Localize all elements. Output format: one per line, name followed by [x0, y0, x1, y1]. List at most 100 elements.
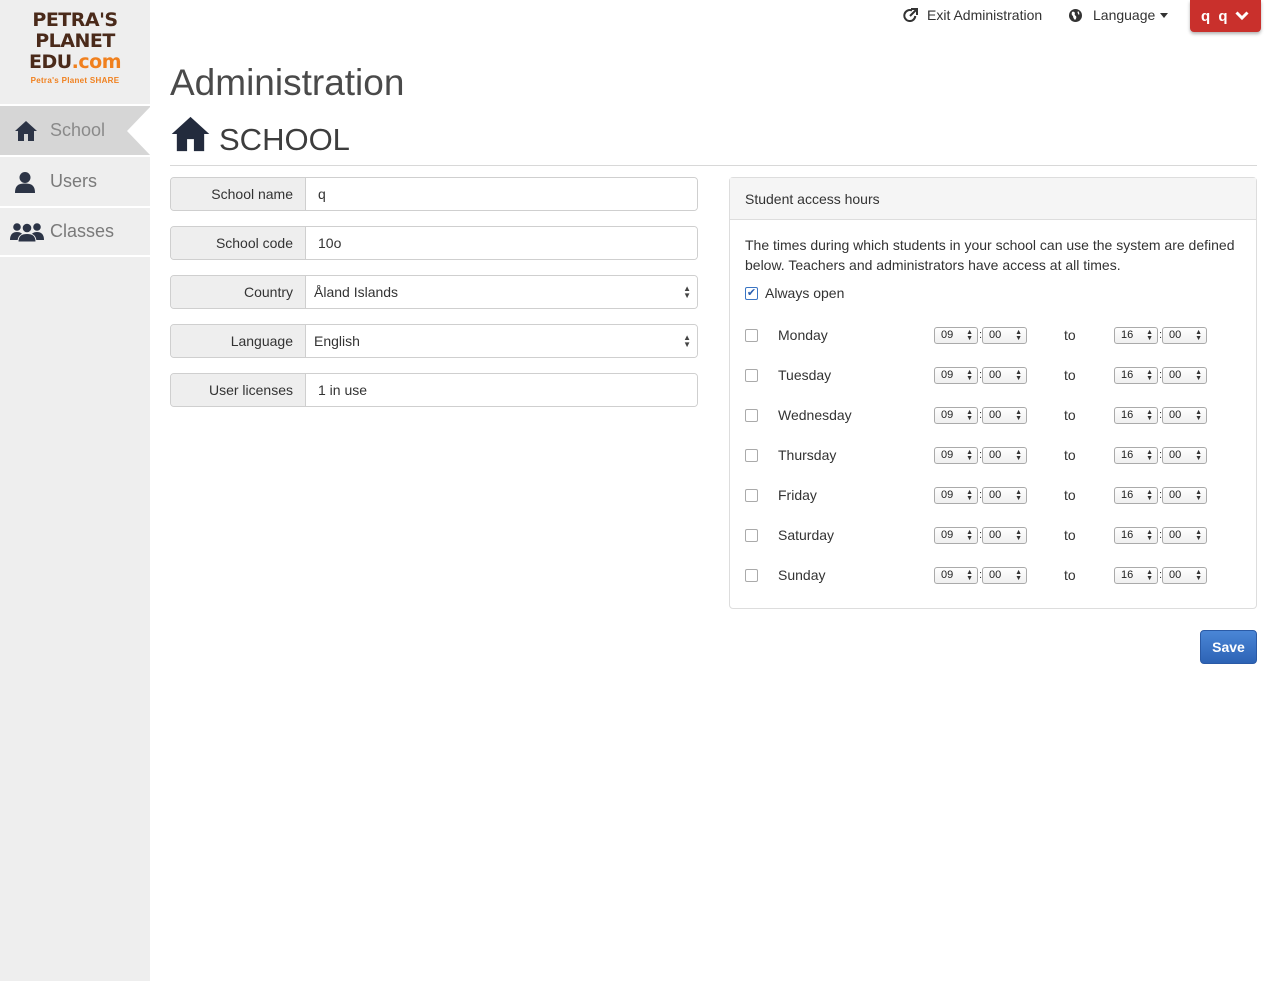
to-hour-select[interactable]: 16 ▲ ▼	[1114, 446, 1158, 464]
exit-administration-link[interactable]: Exit Administration	[903, 7, 1042, 23]
from-minute-value: 00	[989, 529, 1002, 541]
group-icon	[10, 222, 50, 242]
select-arrows-icon: ▲ ▼	[683, 284, 691, 300]
select-arrows-icon: ▲ ▼	[966, 368, 973, 382]
school-name-field[interactable]: q	[306, 178, 697, 210]
select-arrows-icon: ▲ ▼	[1015, 488, 1022, 502]
from-minute-select[interactable]: 00 ▲ ▼	[982, 486, 1027, 504]
from-minute-select[interactable]: 00 ▲ ▼	[982, 326, 1027, 344]
to-minute-select[interactable]: 00 ▲ ▼	[1162, 526, 1207, 544]
from-hour-value: 09	[941, 409, 954, 421]
from-minute-value: 00	[989, 489, 1002, 501]
school-code-label: School code	[171, 227, 306, 259]
select-arrows-icon: ▲ ▼	[1146, 408, 1153, 422]
select-arrows-icon: ▲ ▼	[1015, 368, 1022, 382]
user-licenses-group: User licenses 1 in use	[170, 373, 698, 407]
to-label: to	[1064, 407, 1076, 423]
day-row-friday: Friday 09 ▲ ▼:00 ▲ ▼ to 16 ▲ ▼:00 ▲ ▼	[745, 485, 1245, 505]
to-minute-select[interactable]: 00 ▲ ▼	[1162, 446, 1207, 464]
to-hour-select[interactable]: 16 ▲ ▼	[1114, 486, 1158, 504]
from-minute-select[interactable]: 00 ▲ ▼	[982, 526, 1027, 544]
day-enabled-checkbox[interactable]	[745, 328, 758, 342]
day-enabled-checkbox[interactable]	[745, 568, 758, 582]
day-enabled-checkbox[interactable]	[745, 368, 758, 382]
from-minute-value: 00	[989, 449, 1002, 461]
from-hour-select[interactable]: 09 ▲ ▼	[934, 446, 978, 464]
from-minute-select[interactable]: 00 ▲ ▼	[982, 406, 1027, 424]
to-hour-select[interactable]: 16 ▲ ▼	[1114, 366, 1158, 384]
logo-com: .com	[71, 51, 122, 73]
to-label: to	[1064, 527, 1076, 543]
country-select[interactable]: Åland Islands ▲ ▼	[306, 276, 697, 308]
from-hour-select[interactable]: 09 ▲ ▼	[934, 326, 978, 344]
language-select[interactable]: English ▲ ▼	[306, 325, 697, 357]
to-minute-select[interactable]: 00 ▲ ▼	[1162, 566, 1207, 584]
sidebar-item-users[interactable]: Users	[0, 155, 150, 206]
to-minute-select[interactable]: 00 ▲ ▼	[1162, 366, 1207, 384]
to-hour-value: 16	[1121, 409, 1134, 421]
user-menu-button[interactable]: q q	[1190, 0, 1261, 32]
from-hour-select[interactable]: 09 ▲ ▼	[934, 406, 978, 424]
day-enabled-checkbox[interactable]	[745, 528, 758, 542]
to-minute-select[interactable]: 00 ▲ ▼	[1162, 326, 1207, 344]
save-button[interactable]: Save	[1200, 630, 1257, 664]
day-enabled-checkbox[interactable]	[745, 448, 758, 462]
select-arrows-icon: ▲ ▼	[1015, 528, 1022, 542]
user-initials: q q	[1201, 7, 1230, 25]
select-arrows-icon: ▲ ▼	[966, 448, 973, 462]
from-hour-select[interactable]: 09 ▲ ▼	[934, 486, 978, 504]
select-arrows-icon: ▲ ▼	[966, 488, 973, 502]
select-arrows-icon: ▲ ▼	[966, 528, 973, 542]
chevron-down-icon	[1235, 8, 1249, 25]
to-hour-select[interactable]: 16 ▲ ▼	[1114, 406, 1158, 424]
from-minute-value: 00	[989, 569, 1002, 581]
from-hour-select[interactable]: 09 ▲ ▼	[934, 366, 978, 384]
from-minute-value: 00	[989, 369, 1002, 381]
to-minute-select[interactable]: 00 ▲ ▼	[1162, 406, 1207, 424]
always-open-checkbox[interactable]: ✔	[745, 286, 758, 300]
select-arrows-icon: ▲ ▼	[1195, 488, 1202, 502]
day-name: Sunday	[778, 567, 826, 583]
from-minute-select[interactable]: 00 ▲ ▼	[982, 566, 1027, 584]
home-icon	[170, 114, 211, 154]
school-name-label: School name	[171, 178, 306, 210]
select-arrows-icon: ▲ ▼	[1146, 368, 1153, 382]
from-minute-select[interactable]: 00 ▲ ▼	[982, 366, 1027, 384]
sidebar-item-label: Classes	[50, 221, 115, 241]
school-code-field[interactable]: 10o	[306, 227, 697, 259]
to-minute-select[interactable]: 00 ▲ ▼	[1162, 486, 1207, 504]
sidebar-item-school[interactable]: School	[0, 104, 151, 156]
always-open-option[interactable]: ✔ Always open	[745, 285, 1241, 301]
day-enabled-checkbox[interactable]	[745, 488, 758, 502]
to-hour-select[interactable]: 16 ▲ ▼	[1114, 566, 1158, 584]
to-hour-select[interactable]: 16 ▲ ▼	[1114, 326, 1158, 344]
always-open-label: Always open	[765, 285, 845, 301]
sidebar: PETRA'S PLANET EDU.com Petra's Planet SH…	[0, 0, 151, 981]
language-menu[interactable]: Language	[1068, 7, 1169, 23]
logo[interactable]: PETRA'S PLANET EDU.com Petra's Planet SH…	[0, 0, 150, 104]
day-name: Tuesday	[778, 367, 832, 383]
from-minute-select[interactable]: 00 ▲ ▼	[982, 446, 1027, 464]
from-hour-select[interactable]: 09 ▲ ▼	[934, 566, 978, 584]
select-arrows-icon: ▲ ▼	[966, 408, 973, 422]
sidebar-item-label: Users	[50, 171, 98, 191]
to-hour-select[interactable]: 16 ▲ ▼	[1114, 526, 1158, 544]
to-hour-value: 16	[1121, 529, 1134, 541]
user-licenses-label: User licenses	[171, 374, 306, 406]
sidebar-item-classes[interactable]: Classes	[0, 206, 150, 257]
from-hour-select[interactable]: 09 ▲ ▼	[934, 526, 978, 544]
select-arrows-icon: ▲ ▼	[966, 568, 973, 582]
select-arrows-icon: ▲ ▼	[683, 333, 691, 349]
to-label: to	[1064, 487, 1076, 503]
select-arrows-icon: ▲ ▼	[1146, 568, 1153, 582]
day-name: Monday	[778, 327, 828, 343]
access-hours-heading: Student access hours	[730, 178, 1256, 220]
from-hour-value: 09	[941, 529, 954, 541]
day-name: Friday	[778, 487, 817, 503]
select-arrows-icon: ▲ ▼	[1195, 528, 1202, 542]
from-hour-value: 09	[941, 329, 954, 341]
select-arrows-icon: ▲ ▼	[966, 328, 973, 342]
logo-line-1: PETRA'S	[32, 9, 118, 31]
day-enabled-checkbox[interactable]	[745, 408, 758, 422]
to-minute-value: 00	[1169, 569, 1182, 581]
